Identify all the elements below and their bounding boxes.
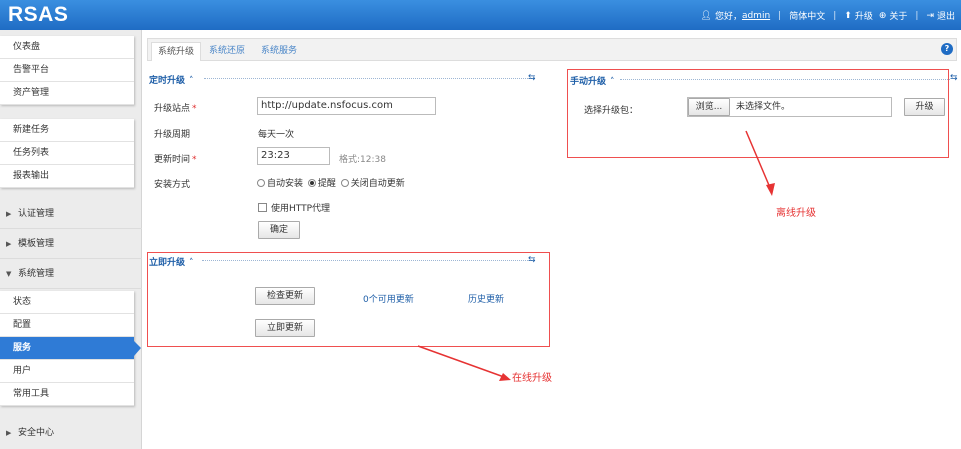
browse-button[interactable]: 浏览... — [688, 98, 730, 116]
update-now-button[interactable]: 立即更新 — [255, 319, 315, 337]
language-link[interactable]: 简体中文 — [789, 9, 825, 22]
refresh-icon[interactable]: ⇆ — [528, 73, 536, 83]
sidebar: 仪表盘 告警平台 资产管理 新建任务 任务列表 报表输出 ▶ 认证管理 ▶ 模板管理… — [0, 30, 142, 449]
proxy-option: 使用HTTP代理 — [258, 201, 330, 214]
online-arrow-head — [499, 373, 511, 381]
sidebar-item-alerts[interactable]: 告警平台 — [0, 59, 134, 82]
section-divider — [204, 78, 534, 79]
sidebar-group-tasks: 新建任务 任务列表 报表输出 — [0, 119, 134, 188]
divider: | — [833, 10, 837, 21]
sidebar-item-dashboard[interactable]: 仪表盘 — [0, 36, 134, 59]
check-update-button[interactable]: 检查更新 — [255, 287, 315, 305]
sidebar-section-auth[interactable]: ▶ 认证管理 — [0, 200, 142, 229]
upgrade-link[interactable]: 升级 — [855, 9, 873, 22]
sidebar-item-task-list[interactable]: 任务列表 — [0, 142, 134, 165]
sidebar-item-assets[interactable]: 资产管理 — [0, 82, 134, 105]
online-arrow-line — [417, 345, 505, 378]
sidebar-item-status[interactable]: 状态 — [0, 291, 134, 314]
chevron-right-icon: ▶ — [6, 429, 12, 437]
sidebar-section-label: 安全中心 — [18, 428, 55, 438]
tab-bar: 系统升级 系统还原 系统服务 ? — [147, 38, 957, 61]
update-history-link[interactable]: 历史更新 — [468, 292, 504, 305]
radio-disable-auto-update[interactable] — [340, 179, 349, 187]
chevron-right-icon: ▶ — [6, 240, 12, 248]
sidebar-item-tools[interactable]: 常用工具 — [0, 383, 134, 406]
sidebar-item-service[interactable]: 服务 — [0, 337, 141, 360]
immediate-upgrade-title[interactable]: 立即升级 ˄ — [149, 255, 198, 268]
sidebar-section-template[interactable]: ▶ 模板管理 — [0, 230, 142, 259]
radio-label: 自动安装 — [267, 179, 304, 189]
top-bar-actions: 👤︎ 您好， admin | 简体中文 | ⬆︎ 升级 ⊕ 关于 | ⇥ 退出 — [700, 9, 956, 23]
file-picker[interactable]: 浏览... 未选择文件。 — [687, 97, 892, 117]
time-format-hint: 格式:12:38 — [339, 155, 386, 165]
refresh-icon[interactable]: ⇆ — [528, 255, 536, 265]
cycle-value: 每天一次 — [258, 130, 295, 140]
about-icon: ⊕ — [878, 10, 887, 21]
tab-system-upgrade[interactable]: 系统升级 — [151, 42, 202, 61]
radio-remind[interactable] — [307, 179, 316, 187]
online-upgrade-annotation: 在线升级 — [512, 373, 552, 384]
proxy-label: 使用HTTP代理 — [271, 204, 331, 214]
divider: | — [915, 10, 919, 21]
sidebar-section-system[interactable]: ▼ 系统管理 — [0, 260, 142, 289]
chevron-right-icon: ▶ — [6, 210, 12, 218]
radio-label: 提醒 — [317, 179, 336, 189]
install-options: 自动安装 提醒 关闭自动更新 — [257, 176, 405, 189]
sidebar-item-users[interactable]: 用户 — [0, 360, 134, 383]
install-label: 安装方式 — [154, 180, 191, 190]
offline-upgrade-annotation: 离线升级 — [776, 208, 816, 219]
chevron-up-icon: ˄ — [189, 76, 194, 86]
main-content: 系统升级 系统还原 系统服务 ? 定时升级 ˄ ⇆ 升级站点 * http://up… — [142, 30, 961, 449]
chevron-down-icon: ▼ — [6, 270, 12, 278]
package-label: 选择升级包： — [584, 106, 639, 116]
tab-system-service[interactable]: 系统服务 — [255, 42, 303, 61]
section-title-text: 手动升级 — [570, 77, 607, 87]
sidebar-section-label: 认证管理 — [18, 209, 55, 219]
section-title-text: 定时升级 — [149, 76, 186, 86]
refresh-icon[interactable]: ⇆ — [950, 73, 958, 83]
site-input[interactable]: http://update.nsfocus.com — [257, 97, 436, 115]
sidebar-item-config[interactable]: 配置 — [0, 314, 134, 337]
upgrade-icon: ⬆︎ — [844, 10, 852, 21]
section-title-text: 立即升级 — [149, 258, 186, 268]
scheduled-upgrade-title[interactable]: 定时升级 ˄ — [149, 73, 198, 86]
greeting-text: 您好， — [714, 12, 742, 22]
app-logo: RSAS — [8, 3, 69, 26]
sidebar-section-security[interactable]: ▶ 安全中心 — [0, 419, 142, 448]
offline-arrow-head — [766, 183, 775, 196]
manual-upgrade-button[interactable]: 升级 — [904, 98, 945, 116]
radio-label: 关闭自动更新 — [350, 179, 405, 189]
help-icon[interactable]: ? — [941, 43, 953, 55]
confirm-button[interactable]: 确定 — [258, 221, 300, 239]
radio-auto-install[interactable] — [257, 179, 265, 187]
no-file-text: 未选择文件。 — [736, 102, 791, 112]
proxy-checkbox[interactable] — [258, 203, 267, 212]
available-updates-link[interactable]: 0个可用更新 — [363, 292, 414, 305]
time-input[interactable]: 23:23 — [257, 147, 330, 165]
manual-upgrade-title[interactable]: 手动升级 ˄ — [570, 74, 619, 87]
chevron-up-icon: ˄ — [189, 258, 194, 268]
time-label: 更新时间 * — [154, 155, 197, 165]
sidebar-group-system: 状态 配置 服务 用户 常用工具 — [0, 291, 141, 406]
username-link[interactable]: admin — [742, 11, 770, 21]
sidebar-item-reports[interactable]: 报表输出 — [0, 165, 134, 188]
user-icon: 👤︎ — [700, 10, 712, 21]
sidebar-section-label: 系统管理 — [18, 269, 55, 279]
sidebar-group-main: 仪表盘 告警平台 资产管理 — [0, 36, 134, 105]
sidebar-section-label: 模板管理 — [18, 239, 55, 249]
about-link[interactable]: 关于 — [889, 9, 907, 22]
sidebar-item-new-task[interactable]: 新建任务 — [0, 119, 134, 142]
section-divider — [620, 79, 950, 80]
divider: | — [778, 10, 782, 21]
section-divider — [202, 260, 532, 261]
chevron-up-icon: ˄ — [610, 77, 615, 87]
tab-system-restore[interactable]: 系统还原 — [203, 42, 251, 61]
cycle-label: 升级周期 — [154, 130, 191, 140]
logout-icon: ⇥ — [926, 10, 934, 21]
site-label: 升级站点 * — [154, 104, 197, 114]
top-bar: RSAS 👤︎ 您好， admin | 简体中文 | ⬆︎ 升级 ⊕ 关于 | … — [0, 0, 961, 30]
logout-link[interactable]: 退出 — [937, 9, 955, 22]
